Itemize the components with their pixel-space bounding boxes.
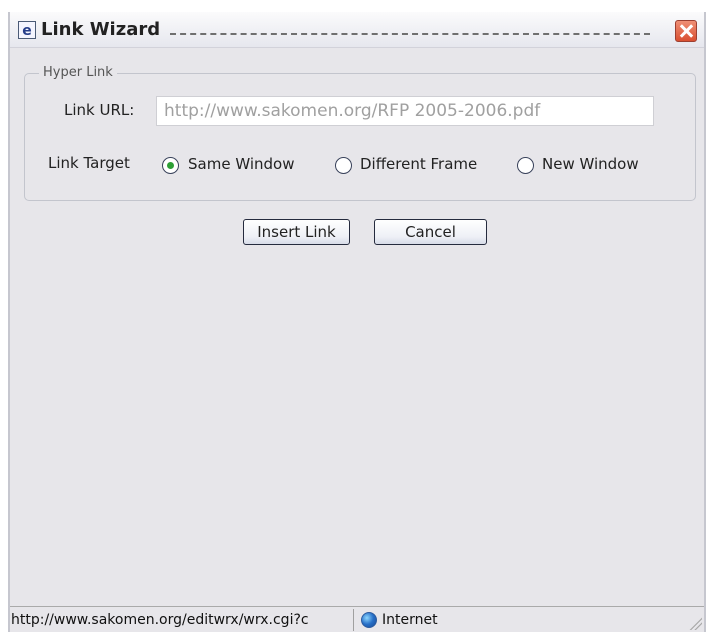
close-icon[interactable] (675, 20, 697, 42)
link-url-input[interactable] (156, 96, 654, 126)
new-window-label[interactable]: New Window (542, 155, 639, 173)
internet-zone-label: Internet (382, 612, 438, 628)
new-window-radio[interactable] (517, 157, 534, 174)
hyper-link-legend: Hyper Link (39, 65, 117, 81)
status-bar: http://www.sakomen.org/editwrx/wrx.cgi?c… (10, 606, 704, 632)
link-wizard-window: e Link Wizard Hyper Link Link URL: Link … (8, 12, 706, 632)
resize-grip-icon[interactable] (688, 616, 702, 630)
globe-icon (361, 612, 377, 628)
link-target-label: Link Target (48, 154, 130, 172)
different-frame-label[interactable]: Different Frame (360, 155, 477, 173)
title-bar[interactable]: e Link Wizard (10, 12, 704, 48)
ie-page-icon: e (18, 21, 36, 39)
title-dashed-line (170, 33, 650, 35)
different-frame-radio[interactable] (335, 157, 352, 174)
same-window-label[interactable]: Same Window (188, 155, 294, 173)
cancel-button[interactable]: Cancel (374, 219, 487, 245)
window-title: Link Wizard (41, 19, 161, 40)
insert-link-button[interactable]: Insert Link (243, 219, 350, 245)
status-url-text: http://www.sakomen.org/editwrx/wrx.cgi?c (10, 609, 354, 631)
same-window-radio[interactable] (162, 157, 179, 174)
hyper-link-group (24, 73, 696, 201)
link-url-label: Link URL: (64, 101, 135, 119)
